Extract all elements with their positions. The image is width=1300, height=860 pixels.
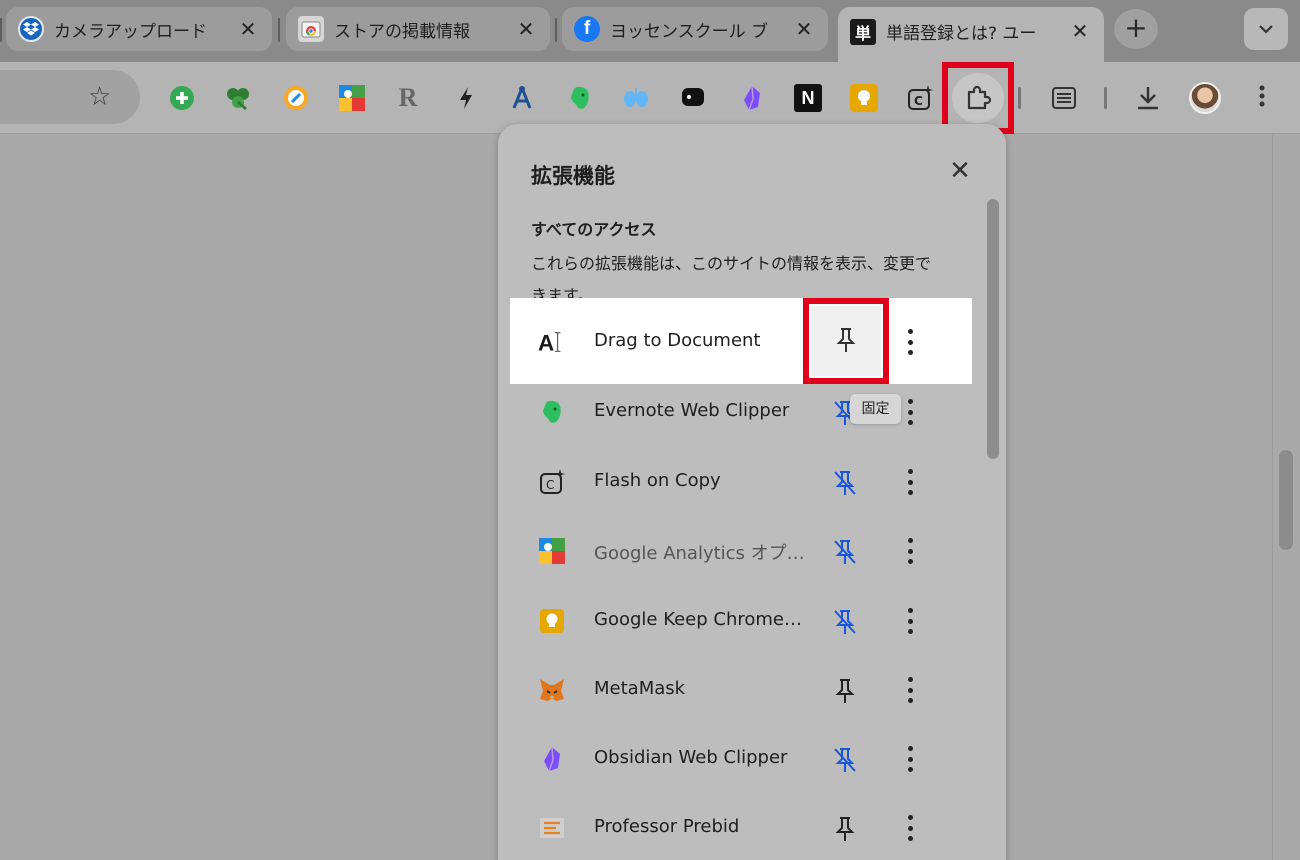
close-icon[interactable]: ✕ <box>946 156 974 186</box>
compass-extension-icon[interactable] <box>282 84 310 112</box>
google-analytics-icon <box>538 537 566 565</box>
lungs-extension-icon[interactable] <box>622 84 650 112</box>
flash-on-copy-toolbar-icon[interactable]: C <box>906 84 934 112</box>
tab-title: ヨッセンスクール ブ <box>610 21 769 42</box>
tab-separator <box>555 18 557 42</box>
page-divider <box>1272 135 1273 860</box>
extension-name: Evernote Web Clipper <box>594 400 790 421</box>
extension-name: MetaMask <box>594 678 686 699</box>
chevron-down-icon <box>1259 25 1273 34</box>
bookmark-star-icon[interactable]: ☆ <box>88 82 111 112</box>
chat-bubble-extension-icon[interactable] <box>680 84 708 112</box>
extension-name: Professor Prebid <box>594 816 740 837</box>
lightning-extension-icon[interactable] <box>452 84 480 112</box>
chrome-menu-button[interactable] <box>1254 84 1270 108</box>
unpinned-icon[interactable] <box>830 468 860 498</box>
extension-more-button[interactable] <box>900 744 920 774</box>
tab-word-registration[interactable]: 単 単語登録とは? ユー ✕ <box>838 7 1104 62</box>
page-scrollbar[interactable] <box>1279 450 1293 550</box>
new-tab-button[interactable]: + <box>1114 9 1158 49</box>
extension-more-button[interactable] <box>900 327 920 357</box>
unpinned-icon[interactable] <box>830 607 860 637</box>
compass-tool-extension-icon[interactable] <box>508 84 536 112</box>
extension-more-button[interactable] <box>900 606 920 636</box>
extension-name: Drag to Document <box>594 330 761 351</box>
address-bar[interactable] <box>0 70 140 124</box>
tab-yossen-school[interactable]: f ヨッセンスクール ブ ✕ <box>562 7 828 51</box>
svg-text:C: C <box>914 94 923 108</box>
svg-text:C: C <box>546 478 554 492</box>
google-keep-toolbar-icon[interactable] <box>850 84 878 112</box>
tango-favicon-icon: 単 <box>850 19 876 45</box>
tab-title: ストアの掲載情報 <box>334 21 470 42</box>
google-keep-icon <box>538 607 566 635</box>
metamask-icon <box>538 676 566 704</box>
profile-avatar[interactable] <box>1189 82 1221 114</box>
pin-tooltip: 固定 <box>850 394 901 424</box>
tab-search-button[interactable] <box>1244 8 1288 50</box>
extension-name: Flash on Copy <box>594 470 721 491</box>
extension-more-button[interactable] <box>900 813 920 843</box>
extension-more-button[interactable] <box>900 675 920 705</box>
extension-more-button[interactable] <box>900 467 920 497</box>
tab-camera-upload[interactable]: カメラアップロード ✕ <box>6 7 272 51</box>
extension-more-button[interactable] <box>900 536 920 566</box>
unpinned-icon[interactable] <box>830 745 860 775</box>
tab-separator <box>0 18 2 42</box>
reading-list-icon[interactable] <box>1050 84 1078 112</box>
tab-separator <box>278 18 280 42</box>
google-analytics-toolbar-icon[interactable] <box>338 84 366 112</box>
svg-text:A: A <box>538 330 554 355</box>
extension-name: Obsidian Web Clipper <box>594 747 788 768</box>
section-title: すべてのアクセス <box>531 220 657 239</box>
extensions-menu: 拡張機能 ✕ すべてのアクセス これらの拡張機能は、このサイトの情報を表示、変更… <box>498 124 1006 860</box>
extension-name: Google Keep Chrome… <box>594 609 803 630</box>
tab-strip: カメラアップロード ✕ ストアの掲載情報 ✕ f ヨッセンスクール ブ ✕ 単 … <box>0 0 1300 62</box>
notion-icon[interactable]: N <box>794 84 822 112</box>
tab-close-button[interactable]: ✕ <box>792 17 816 41</box>
pin-icon[interactable] <box>830 814 860 844</box>
toolbar-separator <box>1104 87 1107 109</box>
tab-title: 単語登録とは? ユー <box>886 24 1037 44</box>
pin-icon[interactable] <box>830 676 860 706</box>
facebook-icon: f <box>574 16 600 42</box>
extension-more-button[interactable] <box>900 397 920 427</box>
tab-close-button[interactable]: ✕ <box>236 17 260 41</box>
popup-scrollbar[interactable] <box>987 199 999 459</box>
evernote-icon <box>538 398 566 426</box>
drag-to-document-icon: A <box>538 328 566 356</box>
flash-on-copy-icon: C <box>538 468 566 496</box>
professor-prebid-icon <box>538 814 566 842</box>
extension-name: Google Analytics オプ… <box>594 543 805 564</box>
clover-extension-icon[interactable] <box>224 84 252 112</box>
r-extension-icon[interactable]: R <box>394 83 422 112</box>
dropbox-icon <box>18 16 44 42</box>
download-icon[interactable] <box>1134 84 1162 112</box>
tab-title: カメラアップロード <box>54 21 207 42</box>
tab-close-button[interactable]: ✕ <box>1068 19 1092 43</box>
unpinned-icon[interactable] <box>830 537 860 567</box>
obsidian-icon <box>538 745 566 773</box>
popup-title: 拡張機能 <box>531 164 615 188</box>
chrome-web-store-icon <box>298 16 324 42</box>
tab-close-button[interactable]: ✕ <box>514 17 538 41</box>
extension-row-professor-prebid[interactable]: Professor Prebid <box>510 784 972 860</box>
green-plus-extension-icon[interactable] <box>168 84 196 112</box>
highlight-frame-pin-button <box>803 298 889 384</box>
tab-store-listing[interactable]: ストアの掲載情報 ✕ <box>286 7 550 51</box>
toolbar-separator <box>1018 87 1021 109</box>
obsidian-toolbar-icon[interactable] <box>738 84 766 112</box>
evernote-toolbar-icon[interactable] <box>566 84 594 112</box>
